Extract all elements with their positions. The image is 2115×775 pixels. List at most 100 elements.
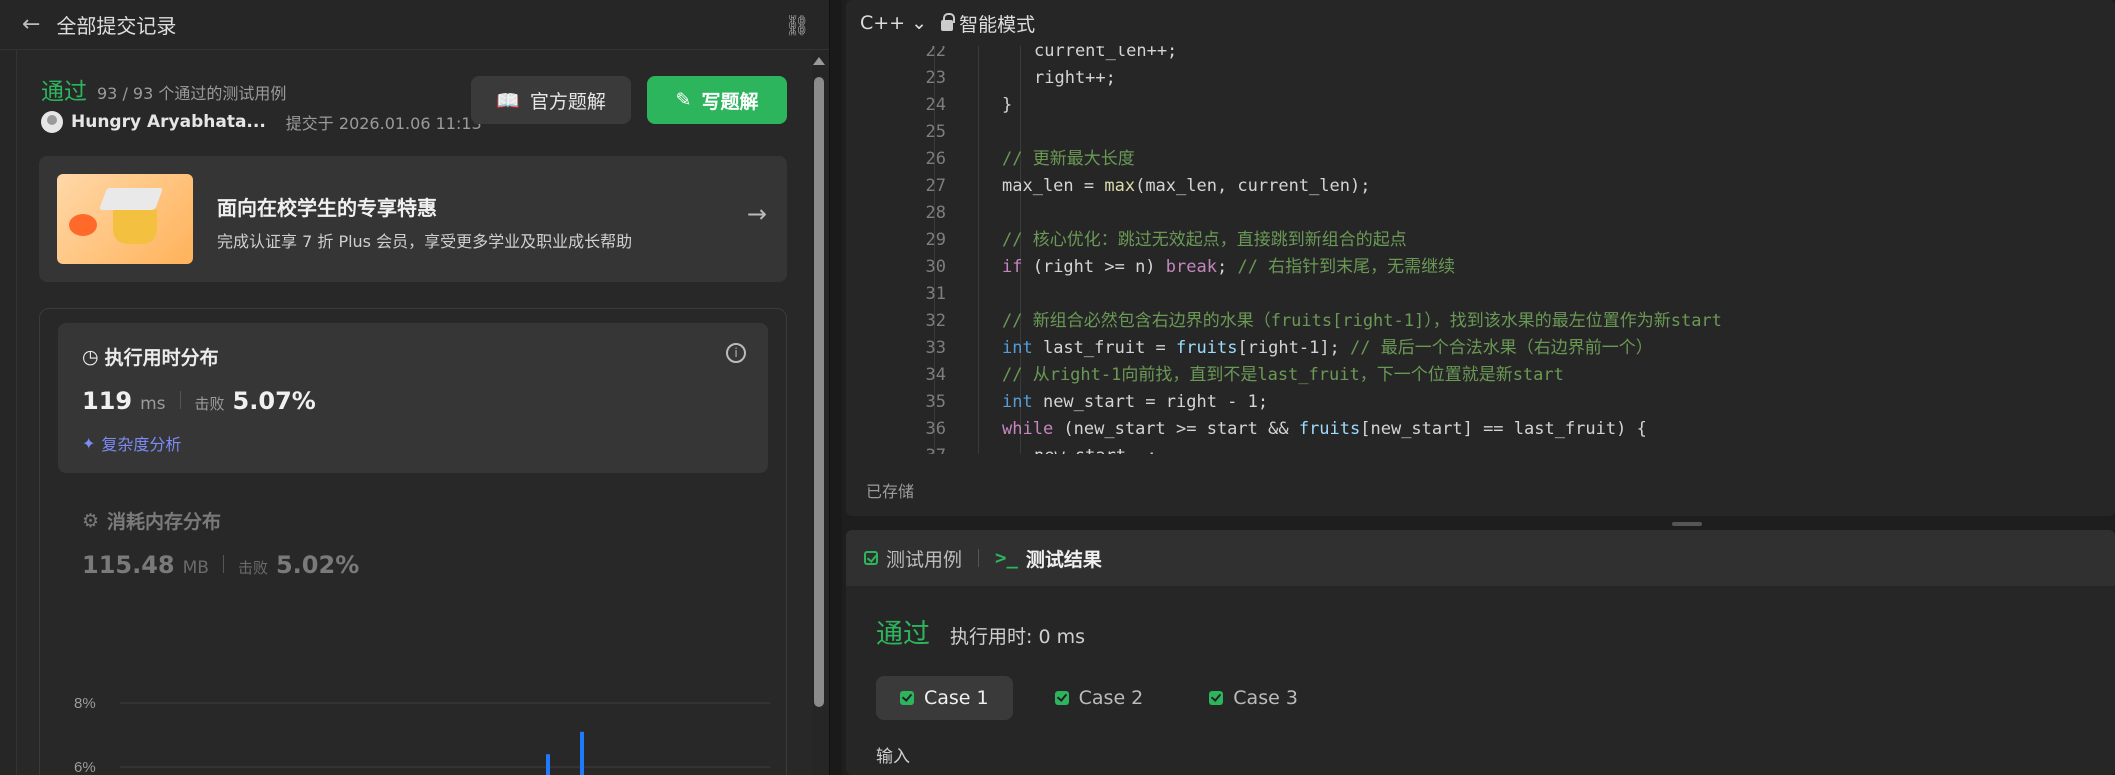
check-icon xyxy=(900,691,914,705)
case-tab-3[interactable]: Case 3 xyxy=(1185,676,1322,720)
distribution-chart[interactable]: 8% 6% xyxy=(50,697,780,775)
line-number: 29 xyxy=(925,230,946,250)
divider xyxy=(179,391,181,409)
code-line[interactable]: 32 // 新组合必然包含右边界的水果（fruits[right-1]），找到该水… xyxy=(846,308,2115,335)
code-line[interactable]: 37 new_start--; xyxy=(846,443,2115,454)
line-number: 26 xyxy=(925,149,946,169)
write-solution-button[interactable]: ✎ 写题解 xyxy=(647,76,787,124)
link-icon[interactable]: ⛓ xyxy=(785,13,810,37)
submission-panel: ← 全部提交记录 ⛓ 通过 93 / 93 个通过的测试用例 Hungry Ar… xyxy=(0,0,830,775)
chip-icon: ⚙ xyxy=(82,509,100,532)
author-row: Hungry Aryabhata... 提交于 2026.01.06 11:13 xyxy=(41,110,482,134)
checkbox-icon xyxy=(864,551,878,565)
check-icon xyxy=(1209,691,1224,705)
lock-icon xyxy=(941,12,956,31)
official-solution-label: 官方题解 xyxy=(529,90,606,113)
write-solution-label: 写题解 xyxy=(701,90,759,113)
tab-testcases-label: 测试用例 xyxy=(886,548,963,571)
code-text: // 更新最大长度 xyxy=(1002,149,1135,169)
code-line[interactable]: 30 if (right >= n) break; // 右指针到末尾，无需继续 xyxy=(846,254,2115,281)
code-text: // 核心优化：跳过无效起点，直接跳到新组合的起点 xyxy=(1002,230,1407,250)
language-label: C++ xyxy=(860,12,906,34)
editor-toolbar: C++ ⌄ 智能模式 xyxy=(846,0,2115,46)
tab-test-result-label: 测试结果 xyxy=(1025,548,1102,571)
code-line[interactable]: 36 while (new_start >= start && fruits[ne… xyxy=(846,416,2115,443)
line-number: 36 xyxy=(925,419,946,439)
info-icon[interactable]: i xyxy=(726,343,746,363)
memory-title[interactable]: ⚙ 消耗内存分布 xyxy=(82,507,221,534)
code-area[interactable]: 22 current_len++; 23 right++; 24} 25 26 // 更新最大… xyxy=(846,46,2115,454)
submission-detail: 通过 93 / 93 个通过的测试用例 Hungry Aryabhata... … xyxy=(16,50,812,775)
code-line[interactable]: 22 current_len++; xyxy=(846,46,2115,65)
code-line[interactable]: 29 // 核心优化：跳过无效起点，直接跳到新组合的起点 xyxy=(846,227,2115,254)
code-line[interactable]: 26 // 更新最大长度 xyxy=(846,146,2115,173)
chart-bar[interactable] xyxy=(580,731,584,775)
scrollbar[interactable] xyxy=(812,55,826,775)
code-text: current_len++; xyxy=(1034,46,1178,61)
code-line[interactable]: 28 xyxy=(846,200,2115,227)
testcase-count: 93 / 93 个通过的测试用例 xyxy=(97,84,287,103)
arrow-right-icon[interactable]: → xyxy=(747,200,767,228)
runtime-card[interactable]: ◷ 执行用时分布 i 119 ms 击败 5.07% ✦ 复杂度分析 xyxy=(58,323,768,473)
code-text: } xyxy=(1002,95,1013,115)
scroll-up-icon[interactable] xyxy=(813,57,825,65)
student-promo-banner[interactable]: 面向在校学生的专享特惠 完成认证享 7 折 Plus 会员，享受更多学业及职业成… xyxy=(39,156,787,282)
panel-resize-handle[interactable] xyxy=(1672,522,1702,526)
scrollbar-thumb[interactable] xyxy=(814,77,824,707)
code-line[interactable]: 24} xyxy=(846,92,2115,119)
edit-icon: ✎ xyxy=(675,89,692,111)
back-arrow-icon[interactable]: ← xyxy=(22,12,40,37)
case-tab-2[interactable]: Case 2 xyxy=(1031,676,1168,720)
line-number: 24 xyxy=(925,95,946,115)
sparkle-icon: ✦ xyxy=(82,433,96,453)
code-line[interactable]: 27 max_len = max(max_len, current_len); xyxy=(846,173,2115,200)
line-number: 35 xyxy=(925,392,946,412)
case-tabs: Case 1 Case 2 Case 3 xyxy=(876,676,1322,720)
clock-icon: ◷ xyxy=(82,345,99,368)
runtime-value: 119 xyxy=(82,387,133,415)
terminal-icon: >_ xyxy=(995,547,1018,569)
line-number: 32 xyxy=(925,311,946,331)
case-tab-1[interactable]: Case 1 xyxy=(876,676,1013,720)
code-line[interactable]: 25 xyxy=(846,119,2115,146)
memory-beat-label: 击败 xyxy=(237,559,268,577)
code-line[interactable]: 33 int last_fruit = fruits[right-1]; // 最… xyxy=(846,335,2115,362)
result-row: 通过 执行用时: 0 ms xyxy=(876,612,1085,651)
status-badge: 通过 xyxy=(41,79,87,105)
avatar[interactable] xyxy=(41,111,63,133)
status-row: 通过 93 / 93 个通过的测试用例 xyxy=(41,72,286,106)
test-panel: 测试用例 >_ 测试结果 通过 执行用时: 0 ms Case 1 Case 2… xyxy=(846,530,2115,775)
book-icon: 📖 xyxy=(496,89,520,112)
code-line[interactable]: 31 xyxy=(846,281,2115,308)
tab-divider xyxy=(978,549,980,567)
code-line[interactable]: 35 int new_start = right - 1; xyxy=(846,389,2115,416)
check-icon xyxy=(1054,691,1069,705)
promo-subtitle: 完成认证享 7 折 Plus 会员，享受更多学业及职业成长帮助 xyxy=(217,232,633,251)
username[interactable]: Hungry Aryabhata... xyxy=(71,112,266,132)
line-number: 22 xyxy=(925,46,946,61)
promo-title: 面向在校学生的专享特惠 xyxy=(217,196,437,220)
tab-test-result[interactable]: >_ 测试结果 xyxy=(995,545,1102,572)
line-number: 25 xyxy=(925,122,946,142)
complexity-label: 复杂度分析 xyxy=(101,435,182,454)
code-line[interactable]: 34 // 从right-1向前找，直到不是last_fruit，下一个位置就是新… xyxy=(846,362,2115,389)
chart-bar[interactable] xyxy=(546,754,550,775)
memory-values: 115.48 MB 击败 5.02% xyxy=(82,551,359,579)
language-select[interactable]: C++ ⌄ xyxy=(860,12,927,34)
saved-status: 已存储 xyxy=(866,482,915,501)
case-label: Case 2 xyxy=(1078,687,1144,709)
official-solution-button[interactable]: 📖 官方题解 xyxy=(471,76,631,124)
input-label: 输入 xyxy=(876,747,910,767)
memory-unit: MB xyxy=(182,558,209,578)
runtime-unit: ms xyxy=(140,394,166,414)
app-root: ← 全部提交记录 ⛓ 通过 93 / 93 个通过的测试用例 Hungry Ar… xyxy=(0,0,2115,775)
code-line[interactable]: 23 right++; xyxy=(846,65,2115,92)
runtime-beat-pct: 5.07% xyxy=(232,387,316,415)
result-runtime: 执行用时: 0 ms xyxy=(950,626,1085,648)
line-number: 28 xyxy=(925,203,946,223)
complexity-analysis-link[interactable]: ✦ 复杂度分析 xyxy=(82,431,181,455)
smart-mode-toggle[interactable]: 智能模式 xyxy=(941,10,1035,37)
test-tabs: 测试用例 >_ 测试结果 xyxy=(846,530,2115,586)
tab-testcases[interactable]: 测试用例 xyxy=(864,545,962,572)
stats-card: ◷ 执行用时分布 i 119 ms 击败 5.07% ✦ 复杂度分析 ⚙ 消耗内… xyxy=(39,308,787,775)
